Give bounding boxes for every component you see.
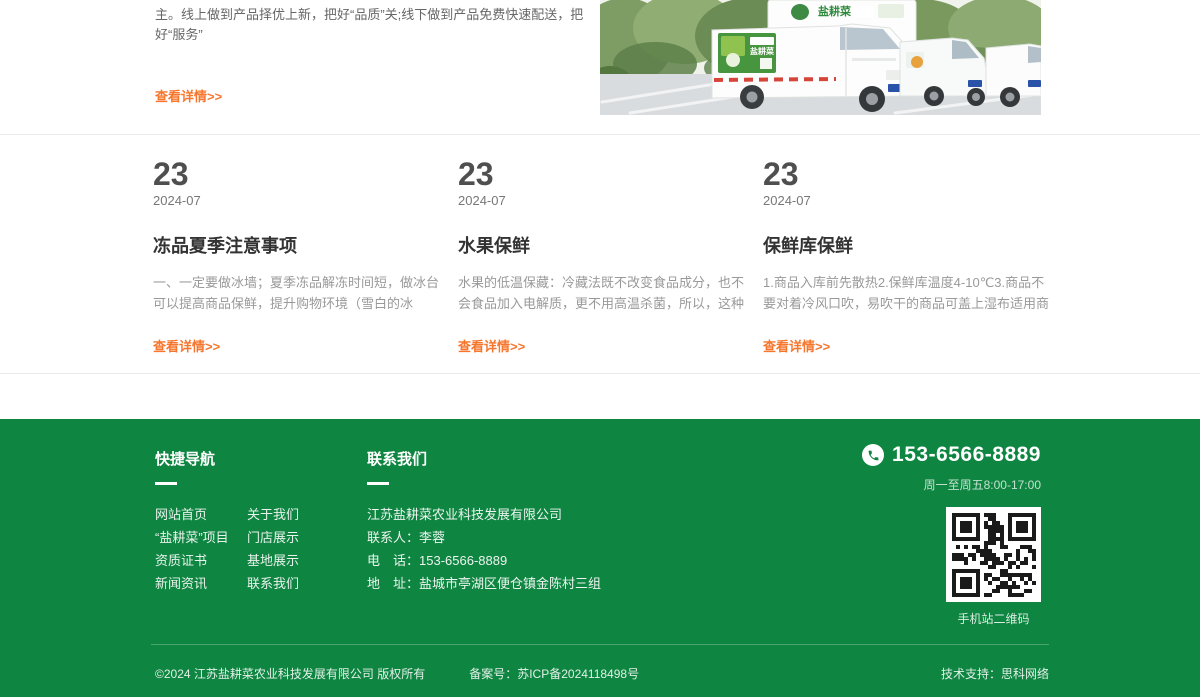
news-excerpt: 水果的低温保藏：冷藏法既不改变食品成分，也不会食品加入电解质，更不用高温杀菌，所… [458, 272, 746, 314]
contact-heading: 联系我们 [367, 448, 601, 469]
footer-hotline: 153-6566-8889 周一至周五8:00-17:00 手机站二维码 [862, 443, 1041, 627]
news-detail-link[interactable]: 查看详情>> [458, 336, 525, 355]
webpage: 主。线上做到产品择优上新，把好“品质”关;线下做到产品免费快速配送，把好“服务”… [0, 0, 1200, 698]
heading-dash [155, 482, 177, 485]
news-detail-link[interactable]: 查看详情>> [153, 336, 220, 355]
footer-link-stores[interactable]: 门店展示 [247, 526, 299, 549]
news-card: 23 2024-07 保鲜库保鲜 1.商品入库前先散热2.保鲜库温度4-10℃3… [763, 157, 1051, 356]
qr-caption: 手机站二维码 [946, 610, 1041, 627]
site-footer: 快捷导航 网站首页 “盐耕菜”项目 资质证书 新闻资讯 关于我们 门店展示 基地… [0, 419, 1200, 697]
footer-contact: 联系我们 江苏盐耕菜农业科技发展有限公司 联系人：李蓉 电 话：153-6566… [367, 419, 601, 595]
middle-van [900, 38, 988, 106]
news-excerpt: 一、一定要做冰墙；夏季冻品解冻时间短，做冰台可以提高商品保鲜，提升购物环境（雪白… [153, 272, 441, 314]
news-title[interactable]: 冻品夏季注意事项 [153, 232, 441, 258]
footer-link-home[interactable]: 网站首页 [155, 503, 247, 526]
news-detail-link[interactable]: 查看详情>> [763, 336, 830, 355]
tech-support-credit[interactable]: 技术支持：思科网络 [941, 665, 1049, 682]
news-date-month: 2024-07 [763, 193, 1051, 208]
svg-text:盐耕菜: 盐耕菜 [818, 4, 852, 18]
news-card: 23 2024-07 水果保鲜 水果的低温保藏：冷藏法既不改变食品成分，也不会食… [458, 157, 746, 356]
footer-link-about[interactable]: 关于我们 [247, 503, 299, 526]
news-excerpt: 1.商品入库前先散热2.保鲜库温度4-10℃3.商品不要对着冷风口吹，易吹干的商… [763, 272, 1051, 314]
hotline-number: 153-6566-8889 [892, 443, 1041, 467]
phone-icon [862, 444, 884, 466]
mobile-site-qr-code [946, 507, 1041, 602]
news-title[interactable]: 保鲜库保鲜 [763, 232, 1051, 258]
news-date-day: 23 [763, 157, 1051, 191]
contact-address: 地 址：盐城市亭湖区便仓镇金陈村三组 [367, 572, 601, 595]
news-title[interactable]: 水果保鲜 [458, 232, 746, 258]
footer-bottom-bar: ©2024 江苏盐耕菜农业科技发展有限公司 版权所有 备案号：苏ICP备2024… [151, 645, 1049, 682]
hero-paragraph: 主。线上做到产品择优上新，把好“品质”关;线下做到产品免费快速配送，把好“服务” [155, 5, 591, 45]
copyright-text: ©2024 江苏盐耕菜农业科技发展有限公司 版权所有 [155, 665, 425, 682]
news-section: 23 2024-07 冻品夏季注意事项 一、一定要做冰墙；夏季冻品解冻时间短，做… [0, 135, 1200, 374]
news-date-month: 2024-07 [458, 193, 746, 208]
news-date-month: 2024-07 [153, 193, 441, 208]
footer-link-contact[interactable]: 联系我们 [247, 572, 299, 595]
contact-phone: 电 话：153-6566-8889 [367, 549, 601, 572]
delivery-vans-photo: 盐耕菜 盐耕菜 [600, 0, 1041, 115]
contact-person: 联系人：李蓉 [367, 526, 601, 549]
hero-detail-link[interactable]: 查看详情>> [155, 86, 222, 105]
quick-nav-heading: 快捷导航 [155, 448, 299, 469]
news-card: 23 2024-07 冻品夏季注意事项 一、一定要做冰墙；夏季冻品解冻时间短，做… [153, 157, 441, 356]
hotline-hours: 周一至周五8:00-17:00 [862, 476, 1041, 493]
hero-section: 主。线上做到产品择优上新，把好“品质”关;线下做到产品免费快速配送，把好“服务”… [0, 0, 1200, 135]
footer-quick-nav: 快捷导航 网站首页 “盐耕菜”项目 资质证书 新闻资讯 关于我们 门店展示 基地… [155, 419, 299, 595]
news-date-day: 23 [153, 157, 441, 191]
news-date-day: 23 [458, 157, 746, 191]
footer-link-certificates[interactable]: 资质证书 [155, 549, 247, 572]
svg-text:盐耕菜: 盐耕菜 [750, 46, 774, 56]
delivery-vans-illustration: 盐耕菜 盐耕菜 [600, 0, 1041, 115]
footer-link-news[interactable]: 新闻资讯 [155, 572, 247, 595]
footer-link-project[interactable]: “盐耕菜”项目 [155, 526, 247, 549]
heading-dash [367, 482, 389, 485]
icp-number[interactable]: 备案号：苏ICP备2024118498号 [469, 665, 639, 682]
contact-company: 江苏盐耕菜农业科技发展有限公司 [367, 503, 601, 526]
footer-link-bases[interactable]: 基地展示 [247, 549, 299, 572]
